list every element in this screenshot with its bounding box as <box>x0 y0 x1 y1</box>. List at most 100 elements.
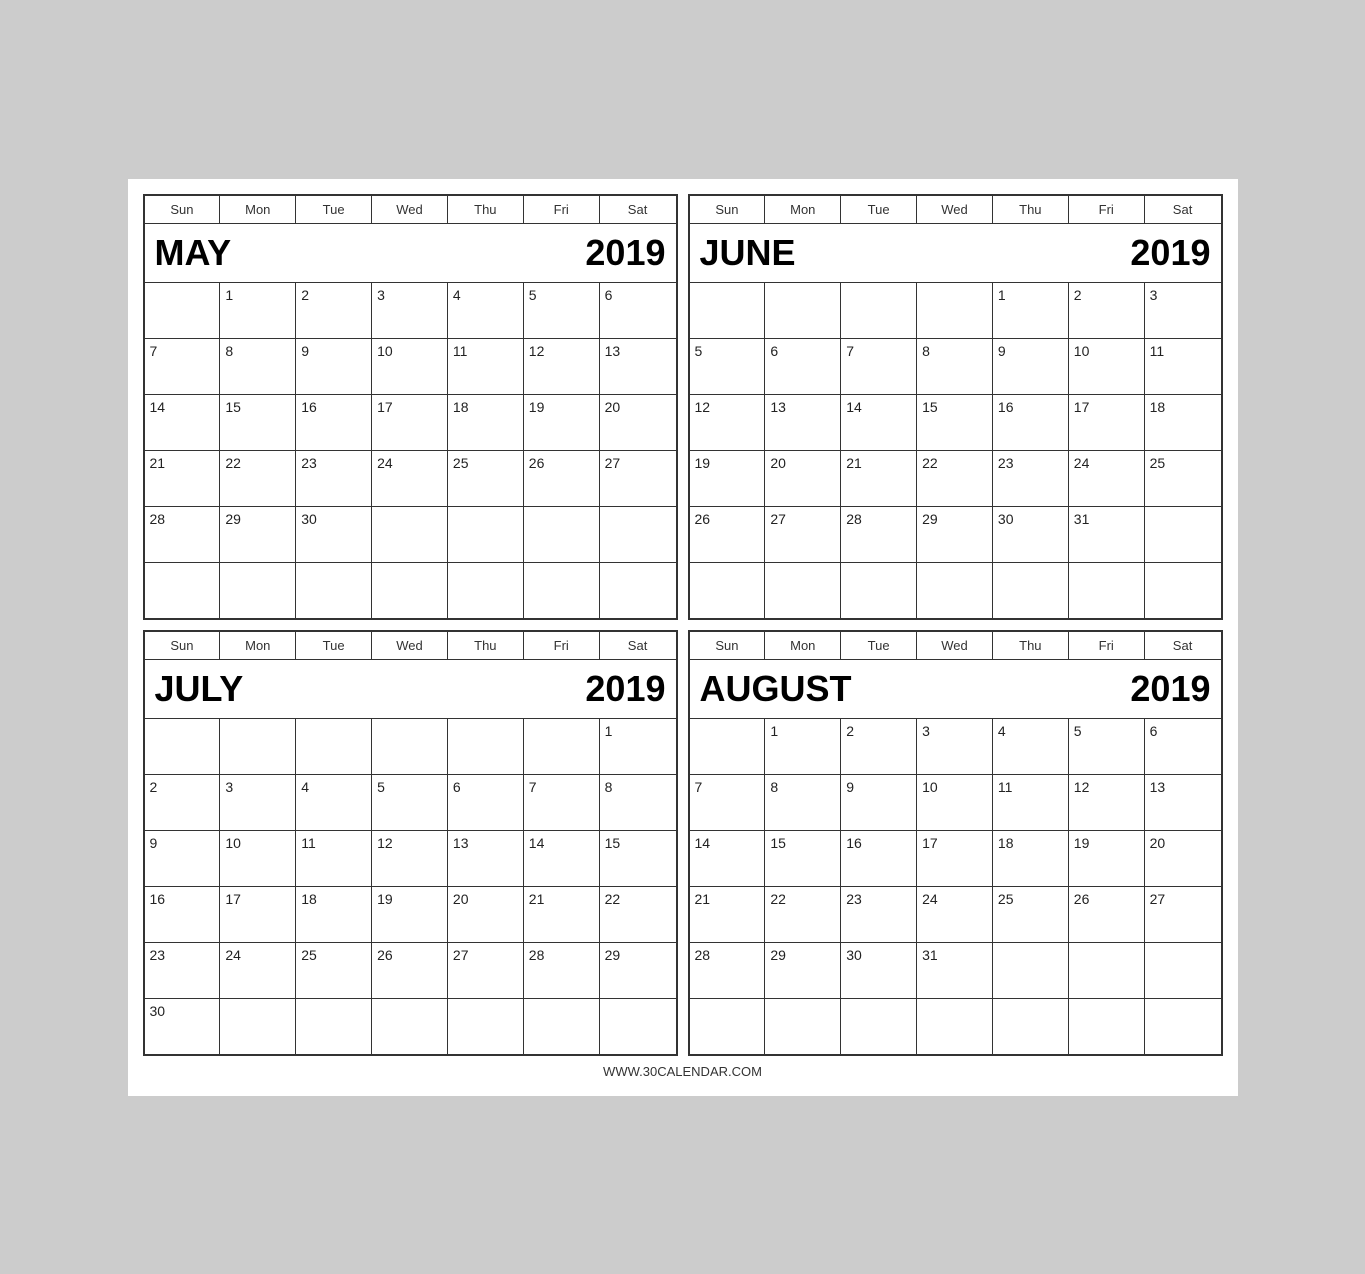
cal-day: 25 <box>448 451 524 506</box>
cal-week-2: 9101112131415 <box>145 831 676 887</box>
day-header-fri: Fri <box>524 632 600 659</box>
cal-day: 28 <box>524 943 600 998</box>
cal-day <box>993 999 1069 1054</box>
cal-day: 11 <box>296 831 372 886</box>
cal-week-0: 123456 <box>145 283 676 339</box>
cal-week-2: 14151617181920 <box>690 831 1221 887</box>
cal-day: 29 <box>600 943 676 998</box>
cal-day: 10 <box>1069 339 1145 394</box>
cal-day: 27 <box>600 451 676 506</box>
cal-day: 25 <box>993 887 1069 942</box>
cal-title-row: AUGUST2019 <box>690 660 1221 719</box>
day-header-wed: Wed <box>372 632 448 659</box>
cal-week-3: 19202122232425 <box>690 451 1221 507</box>
cal-day: 23 <box>296 451 372 506</box>
cal-day: 18 <box>448 395 524 450</box>
cal-day: 29 <box>220 507 296 562</box>
cal-day: 25 <box>1145 451 1221 506</box>
cal-day <box>372 507 448 562</box>
cal-day <box>765 999 841 1054</box>
cal-day: 14 <box>145 395 221 450</box>
day-header-thu: Thu <box>448 632 524 659</box>
cal-day <box>993 943 1069 998</box>
cal-day: 15 <box>917 395 993 450</box>
cal-week-1: 2345678 <box>145 775 676 831</box>
cal-day: 12 <box>690 395 766 450</box>
cal-day <box>1145 943 1221 998</box>
cal-day: 26 <box>690 507 766 562</box>
cal-day: 30 <box>993 507 1069 562</box>
cal-day <box>1069 563 1145 618</box>
calendar-july-2019: SunMonTueWedThuFriSatJULY201912345678910… <box>143 630 678 1056</box>
day-header-tue: Tue <box>841 196 917 223</box>
cal-week-4: 262728293031 <box>690 507 1221 563</box>
cal-day <box>448 507 524 562</box>
cal-day: 23 <box>841 887 917 942</box>
day-header-row: SunMonTueWedThuFriSat <box>690 632 1221 660</box>
cal-day <box>145 719 221 774</box>
cal-week-4: 282930 <box>145 507 676 563</box>
cal-day <box>448 563 524 618</box>
day-header-fri: Fri <box>1069 196 1145 223</box>
cal-week-2: 12131415161718 <box>690 395 1221 451</box>
cal-day: 6 <box>448 775 524 830</box>
footer: WWW.30CALENDAR.COM <box>143 1056 1223 1081</box>
cal-day: 20 <box>765 451 841 506</box>
cal-day <box>600 999 676 1054</box>
cal-day <box>1069 943 1145 998</box>
cal-day: 3 <box>917 719 993 774</box>
cal-day: 23 <box>145 943 221 998</box>
cal-week-5: 30 <box>145 999 676 1054</box>
cal-day: 17 <box>372 395 448 450</box>
cal-day: 12 <box>1069 775 1145 830</box>
cal-day: 29 <box>765 943 841 998</box>
cal-day <box>220 563 296 618</box>
cal-day: 17 <box>917 831 993 886</box>
cal-day: 12 <box>372 831 448 886</box>
cal-day: 6 <box>765 339 841 394</box>
cal-day: 8 <box>765 775 841 830</box>
cal-day: 30 <box>841 943 917 998</box>
cal-day: 4 <box>993 719 1069 774</box>
cal-week-0: 1 <box>145 719 676 775</box>
cal-day: 13 <box>1145 775 1221 830</box>
cal-day: 11 <box>993 775 1069 830</box>
cal-day <box>765 283 841 338</box>
day-header-tue: Tue <box>296 632 372 659</box>
cal-day: 5 <box>524 283 600 338</box>
day-header-sun: Sun <box>690 632 766 659</box>
cal-day <box>296 999 372 1054</box>
day-header-mon: Mon <box>765 632 841 659</box>
cal-day: 31 <box>917 943 993 998</box>
cal-day: 26 <box>524 451 600 506</box>
cal-day: 13 <box>600 339 676 394</box>
month-name: JUNE <box>700 232 796 274</box>
cal-day: 2 <box>145 775 221 830</box>
cal-day <box>372 999 448 1054</box>
cal-day: 21 <box>690 887 766 942</box>
cal-day <box>1145 563 1221 618</box>
cal-day: 5 <box>690 339 766 394</box>
year-name: 2019 <box>1130 668 1210 710</box>
cal-week-3: 21222324252627 <box>145 451 676 507</box>
day-header-fri: Fri <box>1069 632 1145 659</box>
cal-day: 19 <box>372 887 448 942</box>
cal-day: 31 <box>1069 507 1145 562</box>
cal-body: 1235678910111213141516171819202122232425… <box>690 283 1221 618</box>
cal-day <box>690 563 766 618</box>
cal-day: 16 <box>841 831 917 886</box>
cal-week-0: 123 <box>690 283 1221 339</box>
day-header-sat: Sat <box>600 632 676 659</box>
calendar-june-2019: SunMonTueWedThuFriSatJUNE201912356789101… <box>688 194 1223 620</box>
day-header-tue: Tue <box>841 632 917 659</box>
cal-day: 2 <box>841 719 917 774</box>
cal-day: 20 <box>600 395 676 450</box>
cal-day: 15 <box>765 831 841 886</box>
cal-day: 7 <box>841 339 917 394</box>
cal-title-row: JULY2019 <box>145 660 676 719</box>
cal-day: 16 <box>296 395 372 450</box>
cal-day: 1 <box>993 283 1069 338</box>
cal-day <box>372 563 448 618</box>
cal-day <box>524 999 600 1054</box>
year-name: 2019 <box>585 232 665 274</box>
